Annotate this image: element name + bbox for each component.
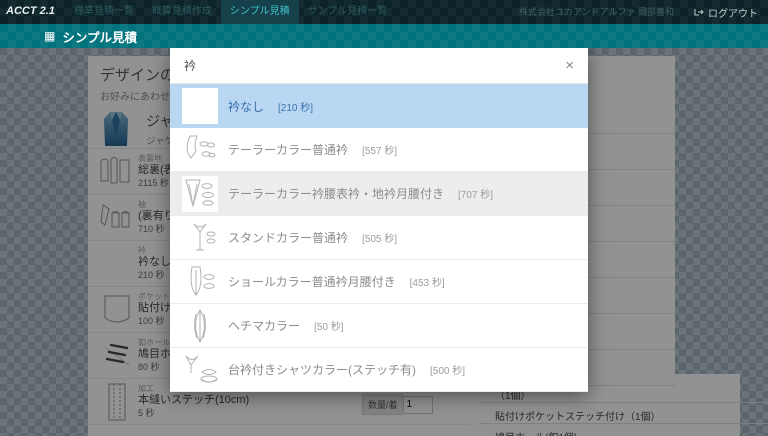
collar-option-seconds: [500 秒]: [430, 366, 466, 377]
collar-option-tailored[interactable]: テーラーカラー普通衿 [557 秒]: [170, 128, 588, 172]
collar-option-shawl[interactable]: ショールカラー普通衿月腰付き [453 秒]: [170, 260, 588, 304]
collar-option-hechima[interactable]: ヘチマカラー [50 秒]: [170, 304, 588, 348]
collar-option-seconds: [557 秒]: [362, 146, 398, 157]
collar-option-label: 衿なし: [228, 99, 265, 114]
close-icon[interactable]: ×: [565, 58, 574, 73]
modal-header: 衿 ×: [170, 48, 588, 84]
collar-none-thumbnail: [182, 88, 218, 124]
collar-option-no-collar[interactable]: 衿なし [210 秒]: [170, 84, 588, 128]
app-root: ACCT 2.1 標準見積一覧 概算見積作成 シンプル見積 サンプル見積一覧 株…: [0, 0, 768, 436]
collar-stand-thumbnail: [182, 219, 218, 256]
collar-option-tailored-undercollar[interactable]: テーラーカラー衿腰表衿・地衿月腰付き [707 秒]: [170, 172, 588, 216]
collar-tailored-undercollar-thumbnail: [182, 175, 218, 212]
collar-option-label: ヘチマカラー: [228, 319, 301, 333]
collar-shawl-thumbnail: [182, 263, 218, 300]
app-logo: ACCT 2.1: [6, 5, 55, 17]
collar-hechima-thumbnail: [182, 307, 218, 344]
nav-item-simple-estimate[interactable]: シンプル見積: [220, 0, 299, 24]
topnav-spacer: [396, 0, 519, 24]
logout-icon: [694, 7, 704, 17]
collar-option-stand[interactable]: スタンドカラー普通衿 [505 秒]: [170, 216, 588, 260]
collar-option-label: ショールカラー普通衿月腰付き: [228, 275, 396, 289]
modal-title: 衿: [184, 59, 197, 73]
nav-item-sample-estimates[interactable]: サンプル見積一覧: [299, 0, 397, 24]
collar-option-seconds: [707 秒]: [458, 190, 494, 201]
collar-shirt-thumbnail: [182, 351, 218, 388]
logout-label: ログアウト: [708, 8, 758, 20]
collar-option-seconds: [505 秒]: [362, 234, 398, 245]
collar-option-shirt[interactable]: 台衿付きシャツカラー(ステッチ有) [500 秒]: [170, 348, 588, 392]
collar-tailored-thumbnail: [182, 131, 218, 168]
collar-picker-modal: 衿 × 衿なし [210 秒] テーラーカラー普通衿 [557 秒] テーラーカ…: [170, 48, 588, 392]
collar-option-label: 台衿付きシャツカラー(ステッチ有): [228, 363, 416, 377]
collar-option-label: スタンドカラー普通衿: [228, 231, 349, 245]
nav-item-rough-estimate-create[interactable]: 概算見積作成: [143, 0, 221, 24]
top-navigation-bar: ACCT 2.1 標準見積一覧 概算見積作成 シンプル見積 サンプル見積一覧 株…: [0, 0, 768, 24]
collar-option-list: 衿なし [210 秒] テーラーカラー普通衿 [557 秒] テーラーカラー衿腰…: [170, 84, 588, 392]
logout-button[interactable]: ログアウト: [688, 0, 768, 24]
collar-option-label: テーラーカラー普通衿: [228, 143, 349, 157]
grid-icon: ▦: [44, 29, 56, 43]
page-header-bar: ▦ シンプル見積: [0, 24, 768, 48]
collar-option-seconds: [210 秒]: [278, 102, 314, 114]
collar-option-label: テーラーカラー衿腰表衿・地衿月腰付き: [228, 187, 445, 201]
collar-option-seconds: [50 秒]: [314, 322, 344, 333]
company-user-label: 株式会社ユカアンドアルファ 岡部善和: [518, 7, 674, 17]
nav-item-standard-estimates[interactable]: 標準見積一覧: [65, 0, 143, 24]
collar-option-seconds: [453 秒]: [409, 278, 445, 289]
page-header-title: シンプル見積: [62, 30, 137, 45]
